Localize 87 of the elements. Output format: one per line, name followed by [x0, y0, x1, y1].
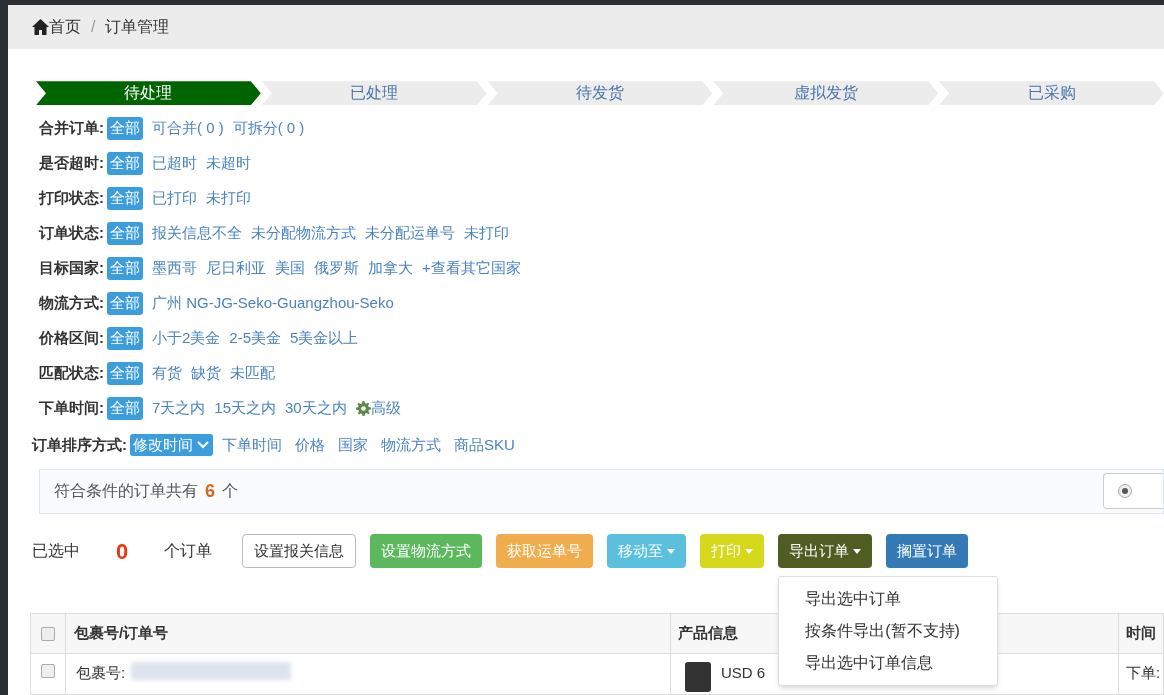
filter-option[interactable]: 15天之内 [214, 397, 277, 420]
filter-option[interactable]: 小于2美金 [152, 327, 221, 350]
filter-option[interactable]: 全部 [107, 187, 143, 210]
order-time-label: 下单: [1126, 663, 1161, 683]
filter-option[interactable]: 已超时 [152, 152, 197, 175]
filter-option[interactable]: 可拆分( 0 ) [232, 117, 305, 140]
filter-option[interactable]: 可合并( 0 ) [152, 117, 224, 140]
column-header: 包裹号/订单号 [74, 623, 169, 644]
filter-option[interactable]: 未打印 [206, 187, 251, 210]
filter-label: 价格区间: [39, 328, 104, 349]
home-link[interactable]: 首页 [32, 15, 81, 40]
selected-count: 0 [116, 537, 129, 566]
menu-item[interactable]: 导出选中订单信息 [779, 647, 998, 679]
filter-label: 下单时间: [39, 398, 104, 419]
filter-option[interactable]: 广州 NG-JG-Seko-Guangzhou-Seko [152, 292, 394, 315]
sort-option[interactable]: 物流方式 [381, 433, 441, 457]
sort-label: 订单排序方式: [32, 434, 127, 455]
summary-unit: 个 [222, 481, 238, 502]
filter-option[interactable]: 全部 [107, 397, 143, 420]
filter-label: 合并订单: [39, 118, 104, 139]
action-button[interactable]: 搁置订单 [886, 534, 969, 568]
sort-option[interactable]: 国家 [338, 433, 368, 457]
product-price: USD 6 [721, 663, 766, 683]
sort-option[interactable]: 下单时间 [222, 433, 282, 457]
advanced-link[interactable]: 高级 [355, 397, 401, 420]
filter-option[interactable]: 加拿大 [368, 257, 413, 280]
filter-option[interactable]: 全部 [107, 257, 143, 280]
filter-option[interactable]: 全部 [107, 327, 143, 350]
filter-option[interactable]: 30天之内 [285, 397, 347, 420]
filter-label: 打印状态: [39, 188, 104, 209]
step-tab[interactable]: 待发货 [487, 81, 713, 106]
filter-option[interactable]: +查看其它国家 [422, 257, 521, 280]
header-checkbox[interactable] [41, 626, 55, 641]
step-tab[interactable]: 已采购 [939, 81, 1164, 106]
action-button[interactable]: 导出订单 [778, 534, 873, 568]
gear-icon [355, 401, 371, 417]
radio-button[interactable] [1118, 484, 1132, 499]
breadcrumb-separator: / [91, 17, 96, 38]
order-count: 6 [205, 479, 215, 503]
selected-unit: 个订单 [164, 541, 213, 561]
action-button[interactable]: 设置报关信息 [242, 534, 357, 568]
filter-option[interactable]: 全部 [107, 152, 143, 175]
filter-option[interactable]: 报关信息不全 [152, 222, 242, 245]
step-tab[interactable]: 待处理 [36, 81, 261, 106]
filter-option[interactable]: 未分配物流方式 [251, 222, 356, 245]
filter-option[interactable]: 已打印 [152, 187, 197, 210]
filter-label: 匹配状态: [39, 363, 104, 384]
filter-option[interactable]: 全部 [107, 117, 143, 140]
row-checkbox[interactable] [41, 664, 55, 678]
filter-option[interactable]: 墨西哥 [152, 257, 197, 280]
step-tab[interactable]: 虚拟发货 [713, 81, 939, 106]
breadcrumb-current: 订单管理 [105, 17, 170, 38]
filter-option[interactable]: 5美金以上 [290, 327, 359, 350]
filter-option[interactable]: 7天之内 [152, 397, 206, 420]
filter-label: 订单状态: [39, 223, 104, 244]
action-button[interactable]: 移动至 [607, 534, 687, 568]
home-icon [32, 19, 49, 36]
action-button[interactable]: 设置物流方式 [370, 534, 483, 568]
sort-select[interactable]: 修改时间 [130, 433, 213, 457]
filter-option[interactable]: 未超时 [206, 152, 251, 175]
filter-option[interactable]: 尼日利亚 [206, 257, 266, 280]
filter-option[interactable]: 2-5美金 [229, 327, 282, 350]
menu-item[interactable]: 按条件导出(暂不支持) [779, 615, 998, 647]
filter-option[interactable]: 全部 [107, 362, 143, 385]
step-tab[interactable]: 已处理 [261, 81, 487, 106]
menu-item[interactable]: 导出选中订单 [779, 583, 998, 615]
filter-option[interactable]: 未匹配 [230, 362, 275, 385]
selected-label: 已选中 [32, 541, 80, 561]
filter-option[interactable]: 缺货 [191, 362, 221, 385]
chevron-down-icon [196, 439, 210, 450]
package-label: 包裹号: [76, 663, 126, 683]
filter-label: 物流方式: [39, 293, 104, 314]
sort-option[interactable]: 价格 [295, 433, 325, 457]
column-header: 时间 [1126, 623, 1156, 644]
filter-label: 是否超时: [39, 153, 104, 174]
filter-option[interactable]: 未打印 [464, 222, 509, 245]
sort-option[interactable]: 商品SKU [454, 433, 515, 457]
summary-text: 符合条件的订单共有 [54, 481, 198, 502]
filter-option[interactable]: 全部 [107, 222, 143, 245]
column-header: 产品信息 [678, 623, 738, 644]
filter-option[interactable]: 有货 [152, 362, 182, 385]
filter-label: 目标国家: [39, 258, 104, 279]
filter-option[interactable]: 俄罗斯 [314, 257, 359, 280]
filter-option[interactable]: 未分配运单号 [365, 222, 455, 245]
filter-option[interactable]: 全部 [107, 292, 143, 315]
product-photo-placeholder [685, 662, 711, 692]
filter-option[interactable]: 美国 [275, 257, 305, 280]
